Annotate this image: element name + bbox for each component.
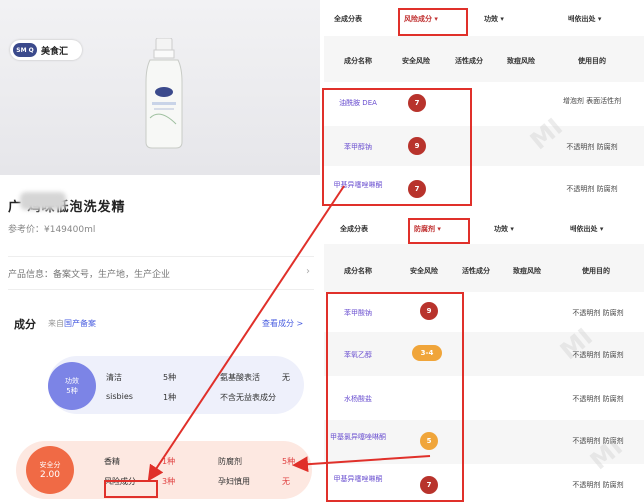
name-redaction bbox=[20, 192, 66, 210]
col-header-active: 活性成分 bbox=[462, 267, 490, 275]
summary1-item-value: 1种 bbox=[163, 393, 177, 402]
efficacy-count: 5种 bbox=[66, 387, 78, 395]
col-header-purpose: 使用目的 bbox=[578, 57, 606, 65]
risk-tab-highlight bbox=[398, 8, 468, 36]
summary1-item-label: 清洁 bbox=[106, 373, 122, 382]
ingredient-purpose: 不透明剂 防腐剂 bbox=[566, 143, 618, 151]
brand-chip[interactable]: SM Q 美食汇 bbox=[10, 40, 82, 60]
summary1-item-value: 无 bbox=[282, 373, 290, 382]
view-all-ingredients-link[interactable]: 查看成分 > bbox=[262, 318, 303, 329]
summary2-item-label: 防腐剂 bbox=[218, 457, 242, 466]
col-header-name: 成分名称 bbox=[344, 57, 372, 65]
product-price: 参考价：¥149400ml bbox=[8, 225, 96, 235]
preservative-rows-highlight bbox=[326, 292, 464, 502]
tab-efficacy-filter[interactable]: 功效 ▾ bbox=[484, 14, 504, 24]
ingredient-purpose: 增泡剂 表面活性剂 bbox=[562, 97, 622, 105]
ingredient-purpose: 不透明剂 防腐剂 bbox=[572, 309, 624, 317]
summary2-item-label: 孕妇慎用 bbox=[218, 477, 250, 486]
col-header-name: 成分名称 bbox=[344, 267, 372, 275]
ingredient-purpose: 不透明剂 防腐剂 bbox=[572, 395, 624, 403]
chevron-right-icon: › bbox=[306, 266, 310, 277]
col-header-acne: 致痘风险 bbox=[507, 57, 535, 65]
product-info-row[interactable]: 产品信息：备案文号，生产地，生产企业 bbox=[8, 256, 314, 290]
ingredients-source: 来自国产备案 bbox=[48, 318, 96, 329]
col-header-purpose: 使用目的 bbox=[582, 267, 610, 275]
product-bottle-image bbox=[145, 38, 183, 149]
summary2-item-value: 5种 bbox=[282, 457, 296, 466]
summary1-item-value: 5种 bbox=[163, 373, 177, 382]
ingredients-title: 成分 bbox=[14, 318, 36, 331]
summary2-item-value: 1种 bbox=[162, 457, 176, 466]
col-header-risk: 安全风险 bbox=[410, 267, 438, 275]
brand-name: 美食汇 bbox=[41, 46, 69, 57]
tab-all-ingredients[interactable]: 全成分表 bbox=[334, 14, 362, 24]
ingredients-source-link[interactable]: 国产备案 bbox=[64, 319, 96, 328]
ingredients-source-prefix: 来自 bbox=[48, 319, 64, 328]
efficacy-label: 功效 bbox=[65, 377, 79, 385]
risk-rows-highlight bbox=[322, 88, 472, 206]
product-info-text: 产品信息：备案文号，生产地，生产企业 bbox=[8, 269, 171, 280]
tab-source-filter[interactable]: 배依出处 ▾ bbox=[570, 224, 603, 234]
safety-score: 2.00 bbox=[39, 470, 61, 480]
safety-circle[interactable]: 安全分 2.00 bbox=[26, 446, 74, 494]
summary1-item-label: 氨基酸表活 bbox=[220, 373, 260, 382]
summary2-item-label: 香精 bbox=[104, 457, 120, 466]
summary2-item-value: 3种 bbox=[162, 477, 176, 486]
brand-logo-icon: SM Q bbox=[13, 43, 37, 57]
tab-efficacy-filter[interactable]: 功效 ▾ bbox=[494, 224, 514, 234]
tab-source-filter[interactable]: 배依出处 ▾ bbox=[568, 14, 601, 24]
preservative-tab-highlight bbox=[408, 218, 470, 244]
ingredient-purpose: 不透明剂 防腐剂 bbox=[566, 185, 618, 193]
product-panel: SM Q 美食汇 广 鸡味低泡洗发精 参考价：¥149400ml 产品信息：备案… bbox=[0, 0, 320, 503]
tab-all-ingredients[interactable]: 全成分表 bbox=[340, 224, 368, 234]
ingredient-purpose: 不透明剂 防腐剂 bbox=[572, 481, 624, 489]
col-header-acne: 致痘风险 bbox=[513, 267, 541, 275]
risk-ingredient-highlight bbox=[104, 480, 158, 498]
summary1-item-label: 不含无益表成分 bbox=[220, 393, 276, 402]
col-header-risk: 安全风险 bbox=[402, 57, 430, 65]
col-header-active: 活性成分 bbox=[455, 57, 483, 65]
efficacy-circle[interactable]: 功效 5种 bbox=[48, 362, 96, 410]
summary2-item-value: 无 bbox=[282, 477, 290, 486]
safety-label: 安全分 bbox=[39, 461, 61, 469]
summary1-item-label: sisbies bbox=[106, 392, 133, 401]
